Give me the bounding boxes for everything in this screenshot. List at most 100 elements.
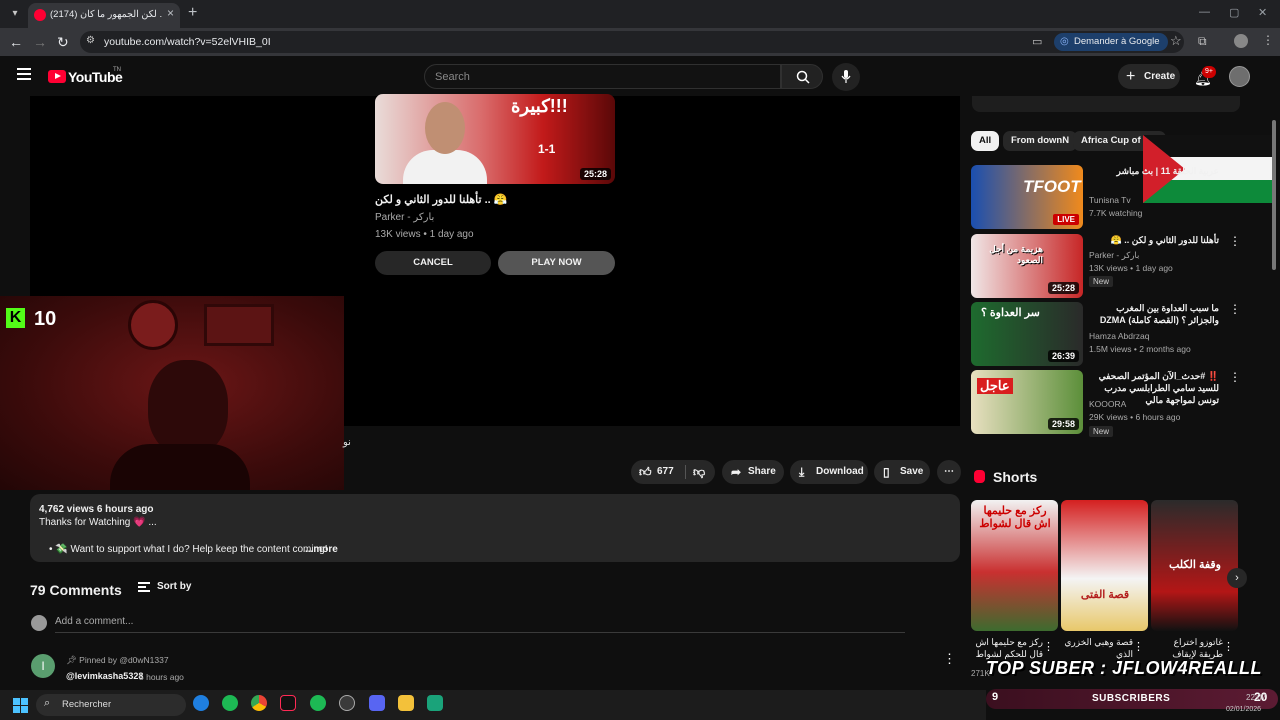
share-label: Share (748, 466, 776, 477)
extensions-icon[interactable]: ⧉ (1198, 34, 1207, 49)
rec-meta: 29K views • 6 hours ago (1089, 412, 1181, 422)
search-button[interactable] (781, 64, 823, 89)
bookmark-star-icon[interactable]: ☆ (1170, 33, 1182, 49)
shorts-next-button[interactable]: › (1227, 568, 1247, 588)
search-input[interactable]: Search (424, 64, 781, 89)
omnibox[interactable]: ⚙ youtube.com/watch?v=52elVHIB_0I ▭ ◎ De… (80, 31, 1184, 53)
like-icon[interactable]: 👍︎ (639, 460, 652, 484)
recommendation-item[interactable]: عاجل 29:58 ‼️ #حدث_الآن المؤتمر الصحفي ل… (971, 370, 1241, 437)
file-explorer-icon[interactable] (398, 695, 414, 711)
rec-channel[interactable]: Parker - باركر (1089, 250, 1139, 261)
rec-thumbnail[interactable]: عاجل 29:58 (971, 370, 1083, 434)
voice-search-button[interactable] (832, 63, 860, 91)
comment-author[interactable]: @levimkasha5328 (66, 671, 143, 681)
cast-icon[interactable]: ▭ (1032, 35, 1042, 48)
close-window-icon[interactable]: ✕ (1258, 6, 1267, 19)
cancel-autoplay-button[interactable]: CANCEL (375, 251, 491, 275)
browser-profile-avatar[interactable] (1234, 34, 1248, 48)
short-menu-icon[interactable]: ⋮ (1043, 640, 1054, 653)
play-now-button[interactable]: PLAY NOW (498, 251, 615, 275)
sort-icon[interactable] (138, 582, 150, 592)
edge-icon[interactable] (193, 695, 209, 711)
chrome-icon[interactable] (251, 695, 267, 711)
tab-title: (2174) تأهلنا.. لكن الجمهور ما كان (50, 9, 162, 20)
rec-title[interactable]: تأهلنا للدور الثاني و لكن .. 😤 (1089, 234, 1219, 246)
add-comment-input[interactable]: Add a comment... (55, 616, 133, 627)
save-button[interactable]: ▯ Save (874, 460, 930, 484)
comment-menu-icon[interactable]: ⋮ (943, 651, 956, 667)
rec-thumbnail[interactable]: سر العداوة ؟ 26:39 (971, 302, 1083, 366)
url-text[interactable]: youtube.com/watch?v=52elVHIB_0I (104, 36, 271, 48)
chip-from-downn[interactable]: From downN (1003, 131, 1078, 151)
sort-by-button[interactable]: Sort by (157, 581, 191, 592)
rec-channel[interactable]: Hamza Abdrzaq (1089, 331, 1149, 341)
browser-tab[interactable]: (2174) تأهلنا.. لكن الجمهور ما كان × (28, 3, 180, 28)
show-more-link[interactable]: ...more (305, 544, 338, 555)
tiktok-icon[interactable] (280, 695, 296, 711)
wall-clock (128, 300, 178, 350)
rec-title[interactable]: ما سبب العداوة بين المغرب والجزائر ؟ (ال… (1089, 302, 1219, 326)
share-button[interactable]: ➦ Share (722, 460, 784, 484)
new-tab-icon[interactable]: + (188, 4, 197, 22)
guide-menu-icon[interactable] (17, 68, 31, 80)
short-thumbnail[interactable]: قصة الفتى (1061, 500, 1148, 631)
account-avatar[interactable] (1229, 66, 1250, 87)
ask-google-button[interactable]: ◎ Demander à Google (1054, 33, 1168, 51)
comment-time[interactable]: 5 hours ago (139, 672, 184, 682)
short-menu-icon[interactable]: ⋮ (1133, 640, 1144, 653)
like-count[interactable]: 677 (657, 460, 674, 484)
obs-icon[interactable] (339, 695, 355, 711)
recommendation-item[interactable]: سر العداوة ؟ 26:39 ما سبب العداوة بين ال… (971, 302, 1241, 366)
thumbnail-text: كبيرة!!! (511, 96, 568, 116)
recommendation-item[interactable]: هزيمة من أجل الصعود 25:28 تأهلنا للدور ا… (971, 234, 1241, 298)
minimize-icon[interactable]: — (1199, 6, 1210, 18)
short-menu-icon[interactable]: ⋮ (1223, 640, 1234, 653)
short-thumbnail[interactable]: ركز مع حليمها اش قال لشواط (971, 500, 1058, 631)
youtube-logo-icon[interactable] (48, 70, 66, 83)
notifications-badge: 9+ (1202, 66, 1216, 78)
site-info-icon[interactable]: ⚙ (86, 35, 95, 46)
tab-close-icon[interactable]: × (167, 6, 174, 20)
maximize-icon[interactable]: ▢ (1229, 6, 1239, 19)
recommendation-item[interactable]: TFOOT LIVE عربية الحلقة 11 | بث مباشر Tu… (971, 165, 1241, 229)
rec-thumbnail[interactable]: TFOOT LIVE (971, 165, 1083, 229)
download-button[interactable]: ⤓ Download (790, 460, 868, 484)
rec-menu-icon[interactable]: ⋮ (1229, 370, 1241, 384)
endcard-title[interactable]: تأهلنا للدور الثاني و لكن .. 😤 (375, 193, 615, 206)
endcard-channel[interactable]: Parker - باركر (375, 212, 434, 223)
short-thumbnail[interactable]: وقفة الكلب (1151, 500, 1238, 631)
pinned-label: 📌︎ Pinned by @d0wN1337 (66, 655, 169, 665)
discord-icon[interactable] (369, 695, 385, 711)
short-thumb-text: وقفة الكلب (1168, 559, 1221, 571)
dislike-icon[interactable]: 👎︎ (693, 460, 705, 484)
rec-channel[interactable]: Tunisna Tv (1089, 195, 1131, 205)
back-icon[interactable]: ← (9, 34, 23, 50)
chip-all[interactable]: All (971, 131, 1000, 151)
endcard-thumbnail[interactable]: كبيرة!!! 1-1 25:28 (375, 94, 615, 184)
app-icon[interactable] (427, 695, 443, 711)
taskbar-search[interactable]: ⌕ Rechercher (36, 694, 186, 716)
browser-menu-icon[interactable]: ⋮ (1262, 33, 1274, 47)
more-actions-button[interactable]: ⋯ (937, 460, 961, 484)
description-box[interactable]: 4,762 views 6 hours ago Thanks for Watch… (30, 494, 960, 562)
reload-icon[interactable]: ↻ (57, 34, 69, 51)
clock-date[interactable]: 02/01/2026 (1226, 706, 1261, 713)
rec-title[interactable]: عربية الحلقة 11 | بث مباشر (1089, 165, 1219, 177)
create-button[interactable]: + Create (1118, 64, 1180, 89)
rec-thumbnail[interactable]: هزيمة من أجل الصعود 25:28 (971, 234, 1083, 298)
clock-time[interactable]: 22:07 (1246, 693, 1266, 702)
taskbar-search-icon: ⌕ (44, 697, 51, 709)
rec-menu-icon[interactable]: ⋮ (1229, 302, 1241, 316)
rec-menu-icon[interactable]: ⋮ (1229, 234, 1241, 248)
rec-meta: 1.5M views • 2 months ago (1089, 344, 1191, 354)
spotify-alt-icon[interactable] (310, 695, 326, 711)
tab-search-icon[interactable]: ▾ (6, 5, 24, 23)
rec-thumb-text: هزيمة من أجل الصعود (989, 244, 1043, 265)
page-scrollbar[interactable] (1272, 120, 1276, 270)
windows-start-icon[interactable] (13, 698, 28, 713)
spotify-icon[interactable] (222, 695, 238, 711)
streamer-webcam: K 10 (0, 296, 344, 490)
rec-channel[interactable]: KOOORA (1089, 399, 1126, 409)
forward-icon[interactable]: → (33, 34, 47, 50)
commenter-avatar[interactable]: I (31, 654, 55, 678)
